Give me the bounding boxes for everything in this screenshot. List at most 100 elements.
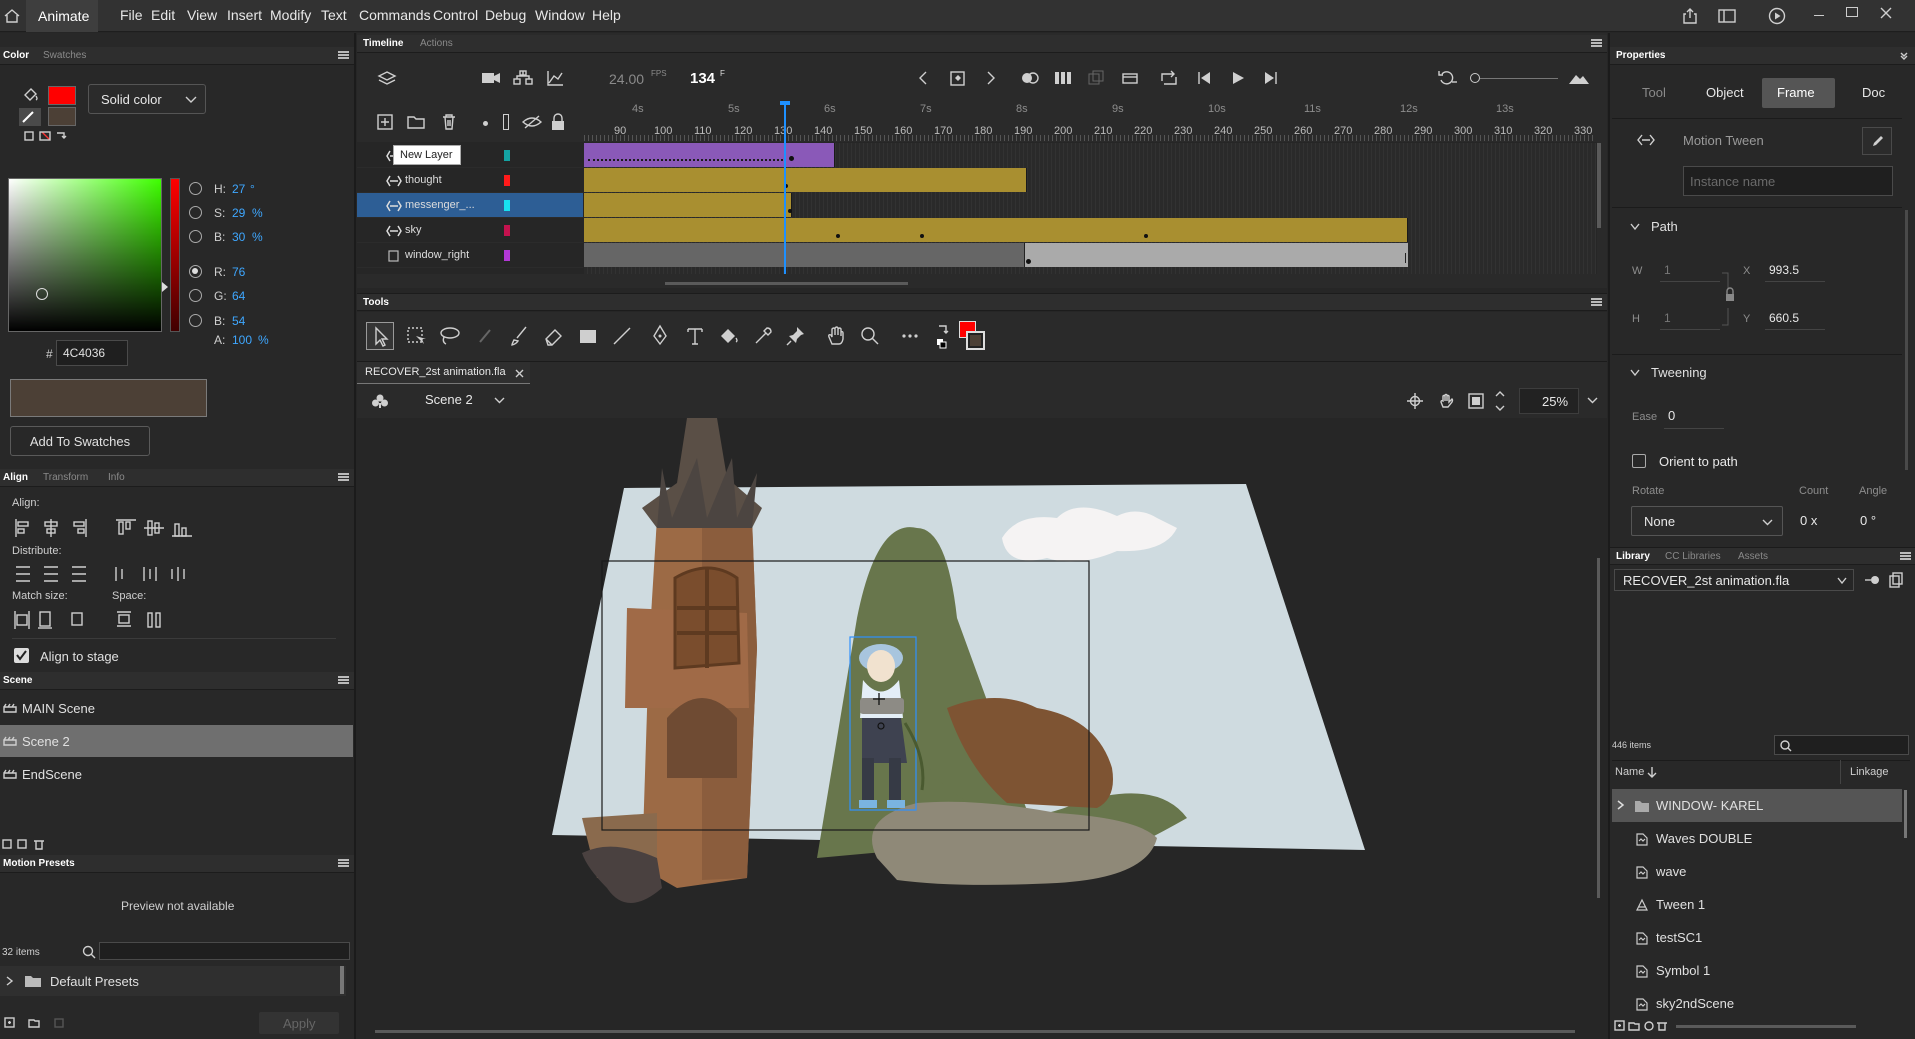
hex-input[interactable]: 4C4036 xyxy=(56,340,128,366)
menu-help[interactable]: Help xyxy=(592,7,621,23)
chevron-right-icon[interactable] xyxy=(1617,800,1625,810)
col-name[interactable]: Name xyxy=(1615,766,1644,778)
tab-transform[interactable]: Transform xyxy=(43,472,88,483)
paint-bucket-tool[interactable] xyxy=(715,322,743,350)
fps-value[interactable]: 24.00 xyxy=(609,71,644,87)
menu-text[interactable]: Text xyxy=(321,7,347,23)
lock-all-icon[interactable] xyxy=(550,113,566,131)
pin-tool[interactable] xyxy=(782,322,810,350)
library-scrollbar[interactable] xyxy=(1904,790,1907,838)
hand-tool[interactable] xyxy=(822,322,850,350)
add-to-swatches-button[interactable]: Add To Swatches xyxy=(10,426,150,456)
prev-keyframe-icon[interactable] xyxy=(917,70,929,86)
edit-scene-icon[interactable] xyxy=(371,393,389,409)
edit-tween-button[interactable] xyxy=(1862,127,1892,155)
tab-doc[interactable]: Doc xyxy=(1862,85,1885,100)
current-frame[interactable]: 134 xyxy=(690,70,715,87)
stage-hscroll[interactable] xyxy=(375,1030,1575,1033)
menu-view[interactable]: View xyxy=(187,7,217,23)
layer-color-swatch[interactable] xyxy=(504,250,510,261)
library-search-input[interactable] xyxy=(1774,735,1909,755)
instance-name-input[interactable]: Instance name xyxy=(1683,166,1893,196)
layer-name[interactable]: window_right xyxy=(405,249,469,261)
tab-tool[interactable]: Tool xyxy=(1642,85,1666,100)
brightness-radio[interactable] xyxy=(189,230,202,243)
library-item[interactable]: Waves DOUBLE xyxy=(1612,822,1902,855)
layer-color-swatch[interactable] xyxy=(504,175,510,186)
insert-keyframe-icon[interactable] xyxy=(948,68,968,88)
parenting-icon[interactable] xyxy=(513,70,533,86)
tween-span-layer1[interactable] xyxy=(584,143,835,167)
zoom-tool[interactable] xyxy=(856,322,884,350)
lasso-tool[interactable] xyxy=(436,322,464,350)
library-footer-buttons[interactable] xyxy=(1614,1020,1674,1032)
share-icon[interactable] xyxy=(1681,7,1699,25)
menu-commands[interactable]: Commands xyxy=(359,7,431,23)
menu-modify[interactable]: Modify xyxy=(270,7,311,23)
blue-value[interactable]: 54 xyxy=(232,314,245,328)
layer-row[interactable] xyxy=(357,143,583,168)
test-movie-icon[interactable] xyxy=(1768,7,1786,25)
scene-row[interactable]: EndScene xyxy=(0,758,353,790)
minimize-icon[interactable] xyxy=(1814,15,1824,16)
zoom-input[interactable]: 25% xyxy=(1519,388,1579,414)
panel-menu-icon[interactable] xyxy=(338,473,349,481)
presets-search-input[interactable] xyxy=(99,942,350,960)
rotate-select[interactable]: None xyxy=(1631,506,1783,536)
new-layer-icon[interactable] xyxy=(377,114,393,130)
tab-assets[interactable]: Assets xyxy=(1738,551,1768,562)
layer-color-swatch[interactable] xyxy=(504,225,510,236)
match-space-buttons[interactable] xyxy=(14,610,174,630)
path-section-title[interactable]: Path xyxy=(1651,219,1678,234)
tab-frame[interactable]: Frame xyxy=(1762,78,1835,108)
new-library-panel-icon[interactable] xyxy=(1889,572,1903,588)
close-tab-icon[interactable] xyxy=(515,369,524,378)
timeline-hscroll[interactable] xyxy=(665,282,908,285)
hide-all-icon[interactable] xyxy=(522,114,542,130)
timeline-vscroll[interactable] xyxy=(1597,143,1601,228)
panel-menu-icon[interactable] xyxy=(338,51,349,59)
fill-color-swatch[interactable] xyxy=(966,331,985,350)
saturation-radio[interactable] xyxy=(189,206,202,219)
color-picker-field[interactable] xyxy=(8,178,162,332)
span-messenger[interactable] xyxy=(584,193,792,217)
layer-row[interactable]: thought xyxy=(357,168,583,193)
ease-value[interactable]: 0 xyxy=(1668,408,1675,423)
color-picker-handle[interactable] xyxy=(36,288,48,300)
new-folder-icon[interactable] xyxy=(407,114,425,130)
chevron-down-icon[interactable] xyxy=(1630,369,1640,377)
orient-to-path-checkbox[interactable] xyxy=(1632,454,1646,468)
menu-debug[interactable]: Debug xyxy=(485,7,526,23)
tab-cc-libraries[interactable]: CC Libraries xyxy=(1665,551,1721,562)
tab-timeline[interactable]: Timeline xyxy=(363,38,403,49)
layer-name[interactable]: messenger_... xyxy=(405,199,475,211)
keyframe[interactable] xyxy=(788,209,792,213)
x-value[interactable]: 993.5 xyxy=(1769,263,1799,277)
onion-skin-icon[interactable] xyxy=(1020,70,1040,86)
sort-arrow-icon[interactable] xyxy=(1647,766,1657,778)
layers-icon[interactable] xyxy=(377,70,397,88)
g-value[interactable]: 64 xyxy=(232,289,245,303)
tab-library[interactable]: Library xyxy=(1616,551,1650,562)
menu-window[interactable]: Window xyxy=(535,7,585,23)
keyframe[interactable] xyxy=(1144,234,1148,238)
preset-folder-row[interactable]: Default Presets xyxy=(0,966,346,996)
brush-tool[interactable] xyxy=(506,322,534,350)
app-switcher[interactable]: Animate xyxy=(26,0,98,32)
tab-actions[interactable]: Actions xyxy=(420,38,453,49)
workspace-icon[interactable] xyxy=(1718,8,1736,24)
keyframe[interactable] xyxy=(789,156,794,161)
keyframe[interactable] xyxy=(920,234,924,238)
keyframe[interactable] xyxy=(836,234,840,238)
default-colors-icon[interactable] xyxy=(936,338,948,350)
stage-viewport[interactable] xyxy=(357,418,1607,1039)
library-item[interactable]: Tween 1 xyxy=(1612,888,1902,921)
layer-row-selected[interactable]: messenger_... xyxy=(357,193,583,218)
eyedropper-tool[interactable] xyxy=(749,322,777,350)
tab-color[interactable]: Color xyxy=(3,50,29,61)
menu-file[interactable]: File xyxy=(120,7,143,23)
restore-icon[interactable] xyxy=(1846,7,1858,17)
clip-content-icon[interactable] xyxy=(1468,393,1484,409)
camera-icon[interactable] xyxy=(481,70,501,86)
panel-menu-icon[interactable] xyxy=(1591,39,1602,47)
